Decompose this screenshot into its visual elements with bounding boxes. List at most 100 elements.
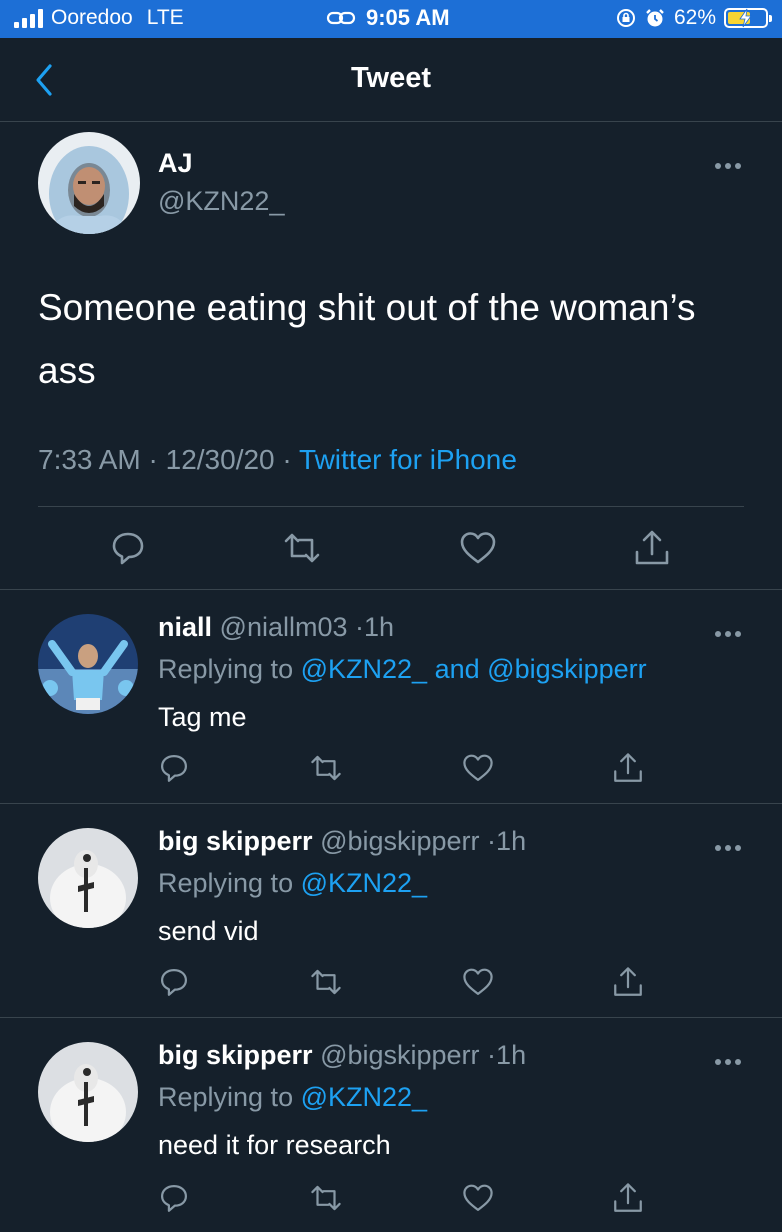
retweet-icon <box>311 969 341 995</box>
reply-time: 1h <box>496 826 527 856</box>
reply-tweet[interactable]: big skipperr @bigskipperr ·1h Replying t… <box>0 804 782 1018</box>
like-icon <box>463 754 493 782</box>
like-button[interactable] <box>458 528 498 568</box>
share-button[interactable] <box>632 528 672 568</box>
retweet-button[interactable] <box>309 1181 343 1215</box>
battery-icon <box>724 8 772 28</box>
reply-button[interactable] <box>108 528 148 568</box>
reply-time: 1h <box>364 612 395 642</box>
status-time: 9:05 AM <box>366 5 450 30</box>
share-button[interactable] <box>611 1181 645 1215</box>
reply-time: 1h <box>496 1040 527 1070</box>
nav-bar: Tweet <box>0 38 782 122</box>
replying-to: Replying to @KZN22_ <box>158 868 427 899</box>
more-options-button[interactable] <box>712 838 752 858</box>
reply-header: big skipperr @bigskipperr ·1h <box>158 1040 526 1071</box>
like-icon <box>463 1184 493 1212</box>
avatar[interactable] <box>38 614 138 714</box>
author-handle[interactable]: @bigskipperr <box>320 1040 479 1070</box>
status-left: Ooredoo LTE <box>14 6 184 30</box>
status-right: 62% <box>616 6 772 30</box>
mention-link[interactable]: @KZN22_ <box>301 868 427 898</box>
reply-icon <box>160 1184 188 1212</box>
tweet-time: 7:33 AM <box>38 444 141 475</box>
signal-icon <box>14 8 43 28</box>
author-name[interactable]: niall <box>158 612 212 642</box>
replying-to: Replying to @KZN22_ <box>158 1082 427 1113</box>
reply-icon <box>160 754 188 782</box>
main-tweet: AJ @KZN22_ Someone eating shit out of th… <box>0 122 782 590</box>
alarm-icon <box>646 9 664 27</box>
mention-link[interactable]: @bigskipperr <box>487 654 646 684</box>
more-options-button[interactable] <box>712 624 752 644</box>
more-icon <box>715 163 741 169</box>
meta-separator: · <box>355 612 365 642</box>
share-icon <box>614 753 642 782</box>
author-name[interactable]: AJ <box>158 148 193 179</box>
tweet-date: 12/30/20 <box>165 444 275 475</box>
battery-percent: 62% <box>673 6 716 29</box>
link-icon <box>326 11 356 25</box>
tweet-source-link[interactable]: Twitter for iPhone <box>299 444 517 475</box>
author-handle[interactable]: @KZN22_ <box>158 186 284 217</box>
share-button[interactable] <box>611 751 645 785</box>
replying-prefix: Replying to <box>158 654 294 684</box>
more-icon <box>715 631 741 637</box>
like-icon <box>460 532 496 564</box>
page-title: Tweet <box>350 62 432 94</box>
reply-text: send vid <box>158 916 259 946</box>
orientation-lock-icon <box>616 9 635 27</box>
retweet-icon <box>311 1185 341 1211</box>
author-handle[interactable]: @niallm03 <box>220 612 348 642</box>
retweet-button[interactable] <box>309 751 343 785</box>
reply-icon <box>160 968 188 996</box>
retweet-button[interactable] <box>309 965 343 999</box>
meta-separator: · <box>487 826 497 856</box>
mention-link[interactable]: @KZN22_ <box>301 1082 427 1112</box>
mention-link[interactable]: @KZN22_ <box>301 654 427 684</box>
avatar[interactable] <box>38 828 138 928</box>
replying-prefix: Replying to <box>158 868 294 898</box>
reply-text: Tag me <box>158 702 247 732</box>
retweet-icon <box>311 755 341 781</box>
share-icon <box>614 1183 642 1212</box>
retweet-icon <box>284 533 320 563</box>
meta-separator: · <box>148 444 158 475</box>
status-bar: Ooredoo LTE 9:05 AM 62% <box>0 0 782 38</box>
replying-connector: and <box>434 654 480 684</box>
like-button[interactable] <box>461 1181 495 1215</box>
author-handle[interactable]: @bigskipperr <box>320 826 479 856</box>
replying-prefix: Replying to <box>158 1082 294 1112</box>
status-center: 9:05 AM <box>326 5 450 31</box>
author-name[interactable]: big skipperr <box>158 1040 313 1070</box>
more-icon <box>715 845 741 851</box>
reply-button[interactable] <box>157 965 191 999</box>
tweet-meta: 7:33 AM · 12/30/20 · Twitter for iPhone <box>38 444 517 476</box>
share-icon <box>635 530 669 565</box>
retweet-button[interactable] <box>282 528 322 568</box>
avatar[interactable] <box>38 132 140 234</box>
divider <box>38 506 744 507</box>
reply-button[interactable] <box>157 751 191 785</box>
carrier-name: Ooredoo <box>51 6 133 29</box>
share-icon <box>614 967 642 996</box>
like-button[interactable] <box>461 751 495 785</box>
network-type: LTE <box>146 6 184 29</box>
more-options-button[interactable] <box>712 156 752 176</box>
more-icon <box>715 1059 741 1065</box>
share-button[interactable] <box>611 965 645 999</box>
like-button[interactable] <box>461 965 495 999</box>
author-name[interactable]: big skipperr <box>158 826 313 856</box>
reply-tweet[interactable]: niall @niallm03 ·1h Replying to @KZN22_ … <box>0 590 782 804</box>
reply-header: niall @niallm03 ·1h <box>158 612 394 643</box>
reply-text: need it for research <box>158 1130 391 1160</box>
replying-to: Replying to @KZN22_ and @bigskipperr <box>158 654 647 685</box>
avatar[interactable] <box>38 1042 138 1142</box>
reply-header: big skipperr @bigskipperr ·1h <box>158 826 526 857</box>
more-options-button[interactable] <box>712 1052 752 1072</box>
reply-button[interactable] <box>157 1181 191 1215</box>
like-icon <box>463 968 493 996</box>
meta-separator: · <box>282 444 292 475</box>
meta-separator: · <box>487 1040 497 1070</box>
reply-icon <box>112 532 144 565</box>
